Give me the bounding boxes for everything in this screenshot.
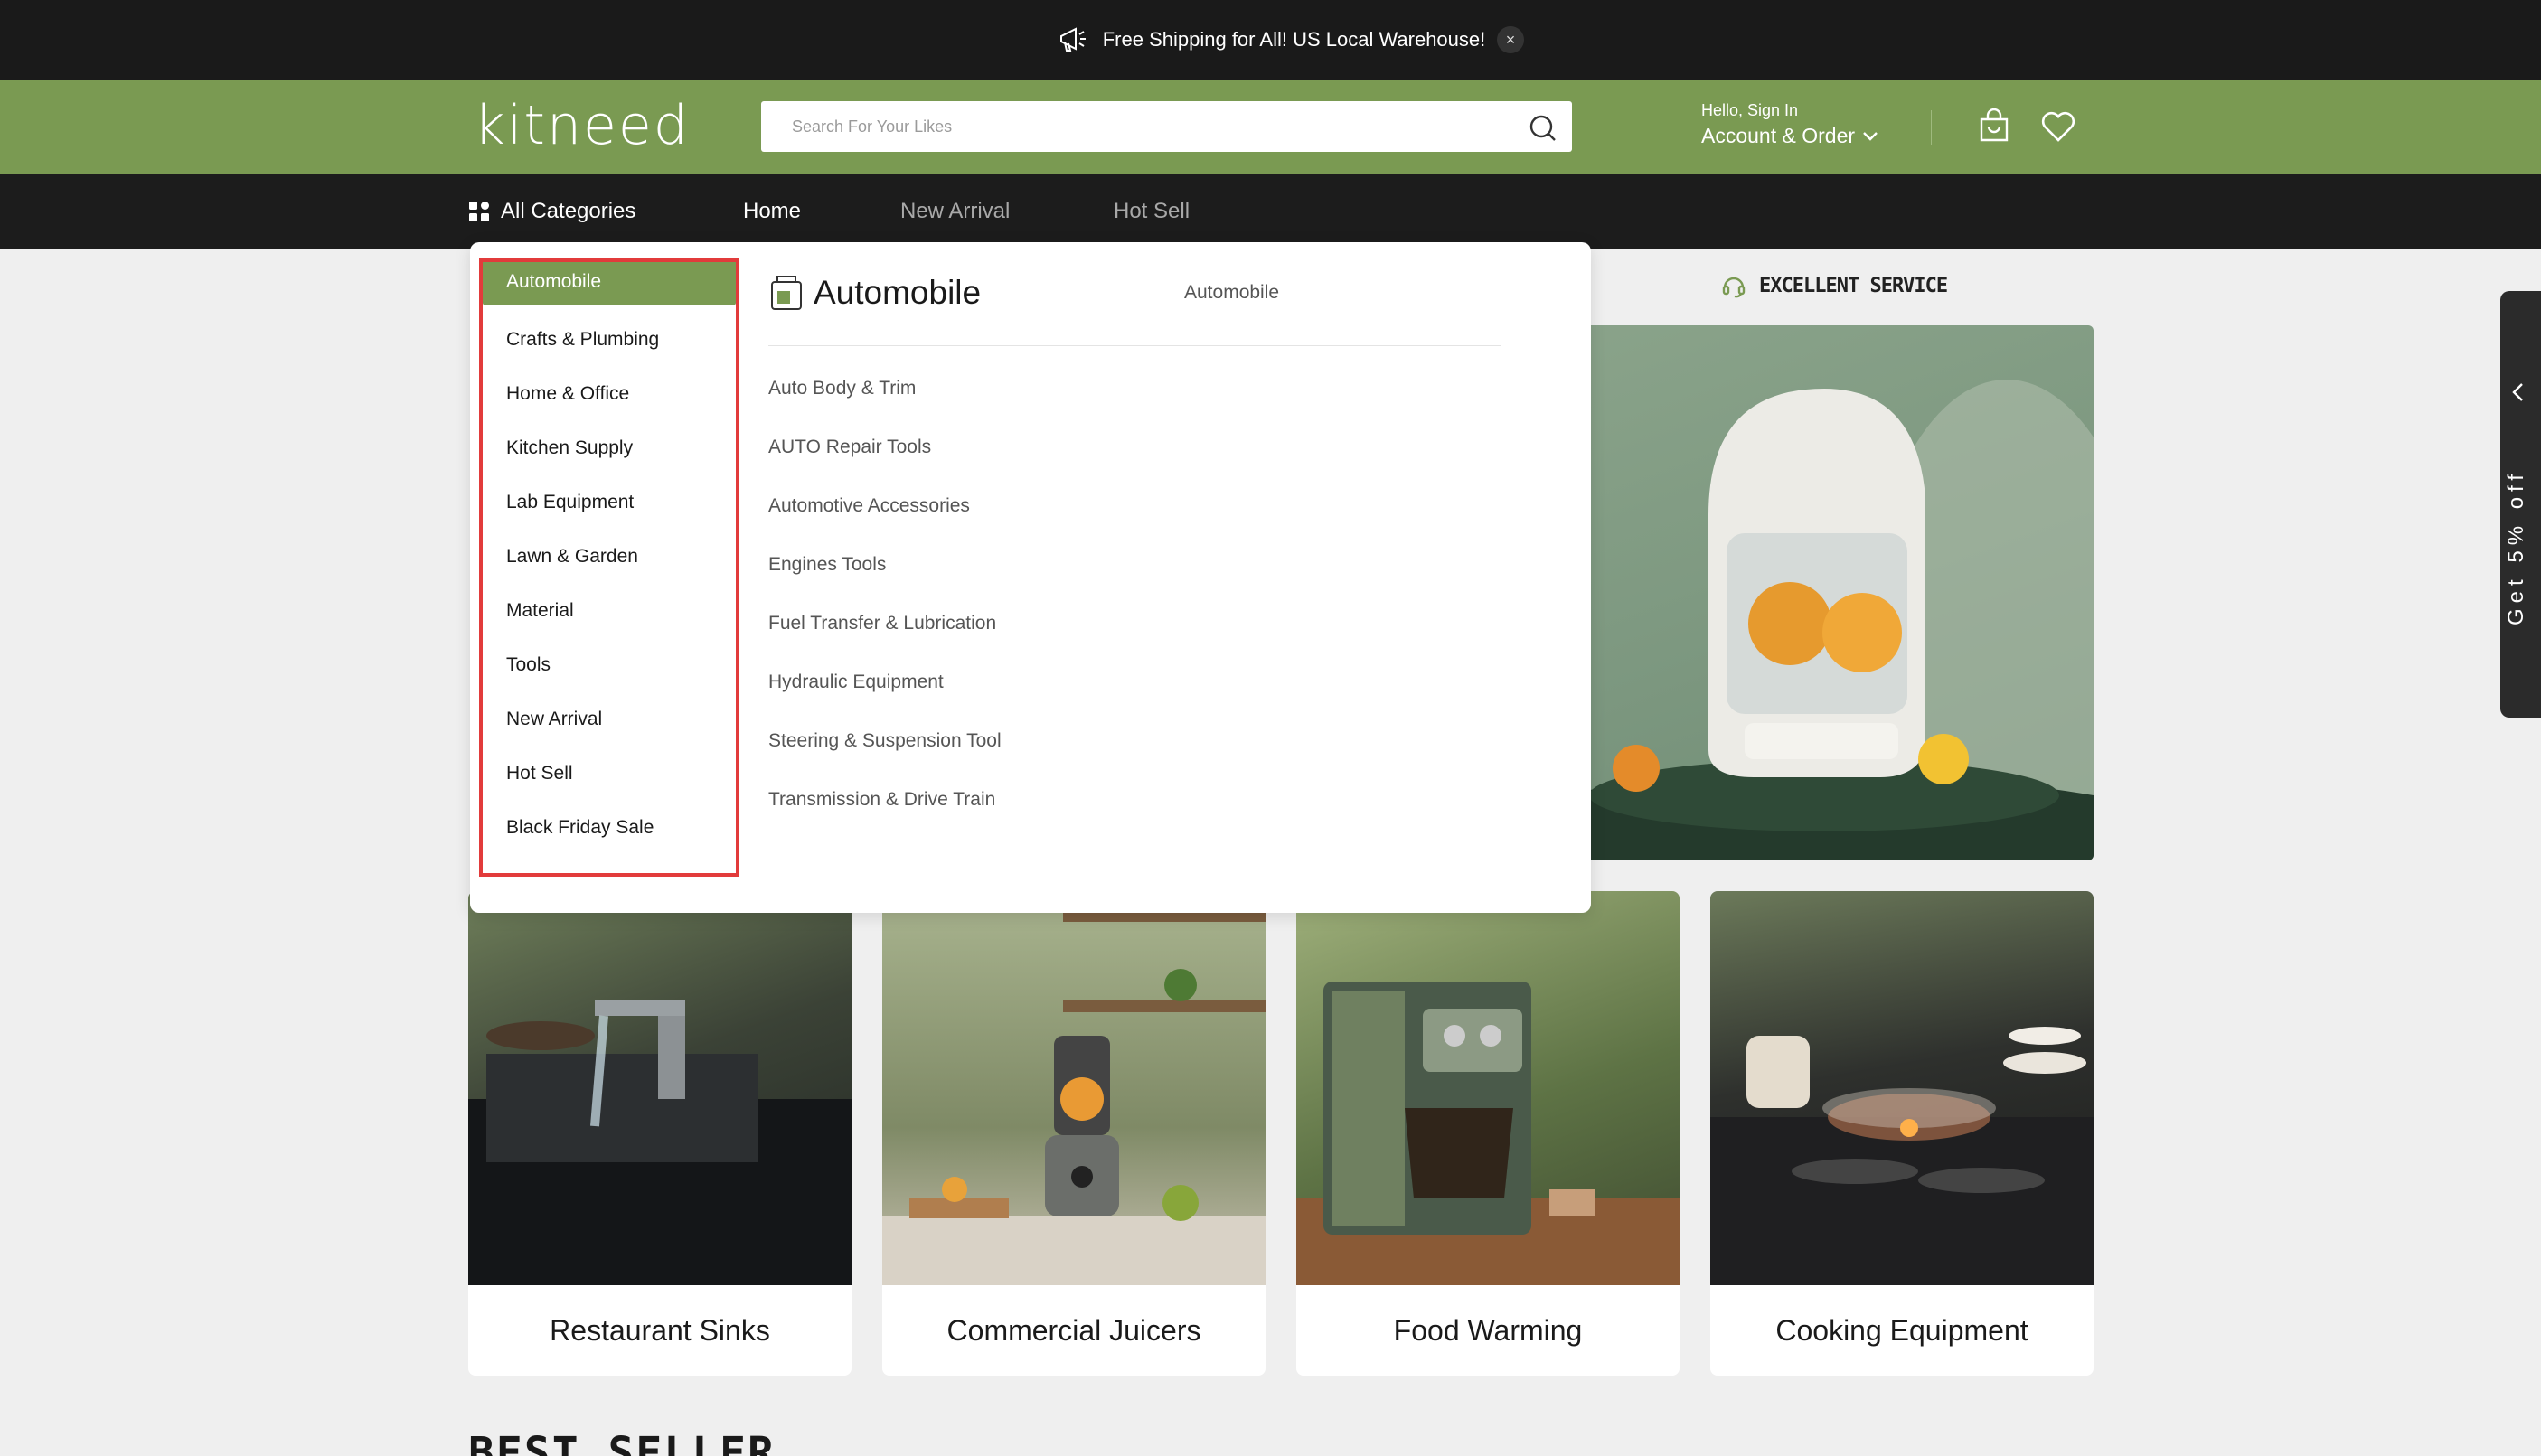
announcement-bar: Free Shipping for All! US Local Warehous… [0,0,2541,80]
commercial-juicer-photo [882,891,1266,1285]
category-item-hot-sell[interactable]: Hot Sell [483,747,736,801]
nav-new-arrival[interactable]: New Arrival [900,199,1010,224]
chevron-down-icon [1863,131,1878,141]
hero-banner-image[interactable] [1555,325,2094,860]
card-label: Cooking Equipment [1775,1313,2028,1347]
headset-icon [1722,277,1746,298]
category-item-home-office[interactable]: Home & Office [483,367,736,421]
subcategory-item[interactable]: Hydraulic Equipment [768,672,1002,730]
cooking-equipment-photo [1710,891,2094,1285]
side-promo-tab[interactable]: Get 5% off [2500,291,2541,718]
subcategory-item[interactable]: Steering & Suspension Tool [768,730,1002,789]
category-item-automobile[interactable]: Automobile [483,258,736,305]
card-label: Restaurant Sinks [550,1313,770,1347]
subcategory-item[interactable]: Transmission & Drive Train [768,789,1002,848]
category-card[interactable]: Restaurant Sinks [468,891,852,1376]
restaurant-sink-photo [468,891,852,1285]
header-divider [1931,110,1932,145]
subcategory-list: Auto Body & Trim AUTO Repair Tools Autom… [768,378,1002,848]
grid-icon [469,202,489,221]
nav-home[interactable]: Home [743,199,801,224]
subcategory-title: Automobile [814,274,982,311]
logo[interactable]: kitneed [474,94,690,157]
header: kitneed Hello, Sign In Account & Order [0,80,2541,174]
card-label: Food Warming [1393,1313,1583,1347]
shopping-bag-icon[interactable] [1978,108,2010,143]
category-item-material[interactable]: Material [483,584,736,638]
subcategory-header: Automobile [768,273,981,313]
category-item-kitchen-supply[interactable]: Kitchen Supply [483,421,736,475]
card-label: Commercial Juicers [946,1313,1201,1347]
nav-hot-sell[interactable]: Hot Sell [1114,199,1190,224]
category-item-new-arrival[interactable]: New Arrival [483,692,736,747]
announcement-text: Free Shipping for All! US Local Warehous… [1102,28,1486,51]
category-item-black-friday-sale[interactable]: Black Friday Sale [483,801,736,855]
search-bar [761,101,1572,152]
subcategory-view-link[interactable]: Automobile [1184,282,1279,304]
category-item-crafts-plumbing[interactable]: Crafts & Plumbing [483,313,736,367]
service-badge: EXCELLENT SERVICE [1721,273,1948,298]
mega-menu: Automobile Crafts & Plumbing Home & Offi… [470,242,1591,913]
category-card[interactable]: Cooking Equipment [1710,891,2094,1376]
subcategory-item[interactable]: Fuel Transfer & Lubrication [768,613,1002,672]
account-order-label: Account & Order [1701,124,1856,147]
chevron-left-icon[interactable] [2509,381,2527,403]
sign-in-greeting: Hello, Sign In [1701,101,1799,119]
subcategory-divider [768,345,1501,346]
account-menu[interactable]: Hello, Sign In Account & Order [1701,101,1878,148]
main-nav: All Categories Home New Arrival Hot Sell [0,174,2541,249]
car-icon [771,276,802,310]
close-announcement-button[interactable]: × [1497,26,1524,53]
category-item-lawn-garden[interactable]: Lawn & Garden [483,530,736,584]
category-item-lab-equipment[interactable]: Lab Equipment [483,475,736,530]
wishlist-heart-icon[interactable] [2041,110,2075,143]
category-card[interactable]: Food Warming [1296,891,1680,1376]
account-order-link[interactable]: Account & Order [1701,124,1878,148]
search-icon[interactable] [1527,112,1558,143]
subcategory-item[interactable]: Auto Body & Trim [768,378,1002,437]
category-card[interactable]: Commercial Juicers [882,891,1266,1376]
juicer-illustration [1555,380,2094,860]
subcategory-item[interactable]: Engines Tools [768,554,1002,613]
subcategory-item[interactable]: Automotive Accessories [768,495,1002,554]
category-list: Automobile Crafts & Plumbing Home & Offi… [483,258,736,855]
all-categories-button[interactable]: All Categories [468,199,635,224]
food-warming-photo [1296,891,1680,1285]
all-categories-label: All Categories [501,199,636,223]
category-item-tools[interactable]: Tools [483,638,736,692]
search-input[interactable] [761,101,1502,152]
best-seller-heading: BEST SELLER [468,1428,776,1456]
subcategory-item[interactable]: AUTO Repair Tools [768,437,1002,495]
megaphone-icon [1059,27,1086,52]
service-label: EXCELLENT SERVICE [1759,274,1948,297]
side-promo-text: Get 5% off [2504,469,2528,625]
